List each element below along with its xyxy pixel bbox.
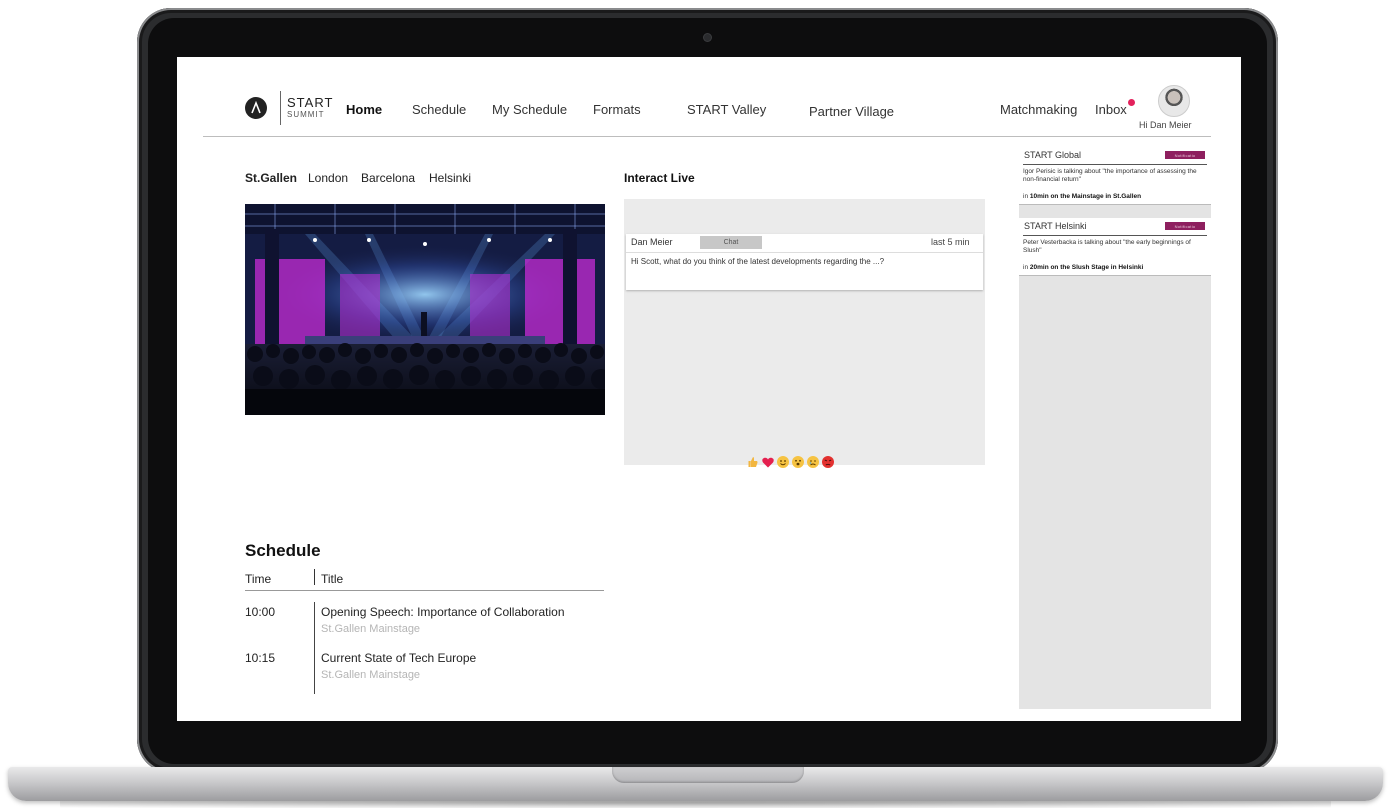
reaction-bar <box>747 456 834 468</box>
laptop-notch <box>612 767 804 783</box>
schedule-header-time: Time <box>245 572 272 586</box>
notification-when-detail: 10min on the Mainstage in St.Gallen <box>1029 193 1142 200</box>
start-logo-icon[interactable] <box>245 97 267 119</box>
city-tab-helsinki[interactable]: Helsinki <box>429 171 471 185</box>
schedule-header-rule <box>245 590 604 591</box>
notification-when-prefix: in <box>1023 264 1029 271</box>
smile-icon[interactable] <box>777 456 789 468</box>
livestream-stage-image[interactable] <box>245 204 605 415</box>
camera-icon <box>704 34 711 41</box>
schedule-row-title[interactable]: Current State of Tech Europe <box>321 651 476 665</box>
nav-my-schedule[interactable]: My Schedule <box>492 102 567 117</box>
brand-name: START <box>287 95 334 110</box>
user-greeting: Hi Dan Meier <box>1139 120 1192 130</box>
cry-icon[interactable] <box>807 456 819 468</box>
chat-author: Dan Meier <box>631 237 673 247</box>
notification-when-detail: 20min on the Slush Stage in Helsinki <box>1029 264 1144 271</box>
brand-sub: SUMMIT <box>287 110 325 119</box>
chat-timestamp: last 5 min <box>931 237 970 247</box>
logo-separator <box>280 91 281 125</box>
schedule-title: Schedule <box>245 541 321 560</box>
nav-schedule[interactable]: Schedule <box>412 102 466 117</box>
notification-text: Igor Perisic is talking about "the impor… <box>1023 168 1197 183</box>
nav-divider <box>203 136 1211 137</box>
laugh-icon[interactable] <box>792 456 804 468</box>
schedule-header-title: Title <box>321 572 344 586</box>
notification-when: in 10min on the Mainstage in St.Gallen <box>1023 193 1141 200</box>
nav-start-valley[interactable]: START Valley <box>687 102 766 117</box>
nav-formats[interactable]: Formats <box>593 102 641 117</box>
notification-text: Peter Vesterbacka is talking about "the … <box>1023 239 1191 254</box>
notification-card[interactable]: START Helsinki Notificatio Peter Vesterb… <box>1019 218 1211 276</box>
schedule-timeline <box>314 602 315 694</box>
schedule-header-separator <box>314 569 315 585</box>
notification-title: START Helsinki <box>1024 221 1087 231</box>
chat-message-text: Hi Scott, what do you think of the lates… <box>631 257 885 266</box>
thumbs-up-icon[interactable] <box>747 456 759 468</box>
nav-home[interactable]: Home <box>346 102 382 117</box>
notification-badge: Notificatio <box>1165 222 1205 230</box>
inbox-notification-dot <box>1128 99 1135 106</box>
app-screen: START SUMMIT Home Schedule My Schedule F… <box>177 57 1241 721</box>
schedule-row-location: St.Gallen Mainstage <box>321 623 421 635</box>
schedule-row-time: 10:15 <box>245 651 276 665</box>
city-tab-london[interactable]: London <box>308 171 348 185</box>
notification-badge: Notificatio <box>1165 151 1205 159</box>
notification-rule <box>1023 164 1207 165</box>
chat-badge[interactable]: Chat <box>700 236 762 249</box>
notification-when: in 20min on the Slush Stage in Helsinki <box>1023 264 1143 271</box>
notification-rule <box>1023 235 1207 236</box>
city-tab-st-gallen[interactable]: St.Gallen <box>245 171 297 185</box>
nav-inbox[interactable]: Inbox <box>1095 102 1127 117</box>
schedule-row-title[interactable]: Opening Speech: Importance of Collaborat… <box>321 605 565 619</box>
angry-icon[interactable] <box>822 456 834 468</box>
notification-when-prefix: in <box>1023 193 1029 200</box>
schedule-row-location: St.Gallen Mainstage <box>321 669 421 681</box>
heart-icon[interactable] <box>762 456 774 468</box>
chat-divider <box>626 252 983 253</box>
notification-card[interactable]: START Global Notificatio Igor Perisic is… <box>1019 147 1211 205</box>
nav-matchmaking[interactable]: Matchmaking <box>1000 102 1077 117</box>
notification-title: START Global <box>1024 150 1082 160</box>
nav-partner-village[interactable]: Partner Village <box>809 104 894 119</box>
city-tab-barcelona[interactable]: Barcelona <box>361 171 415 185</box>
avatar[interactable] <box>1158 85 1190 117</box>
interact-live-title: Interact Live <box>624 171 695 185</box>
schedule-row-time: 10:00 <box>245 605 276 619</box>
